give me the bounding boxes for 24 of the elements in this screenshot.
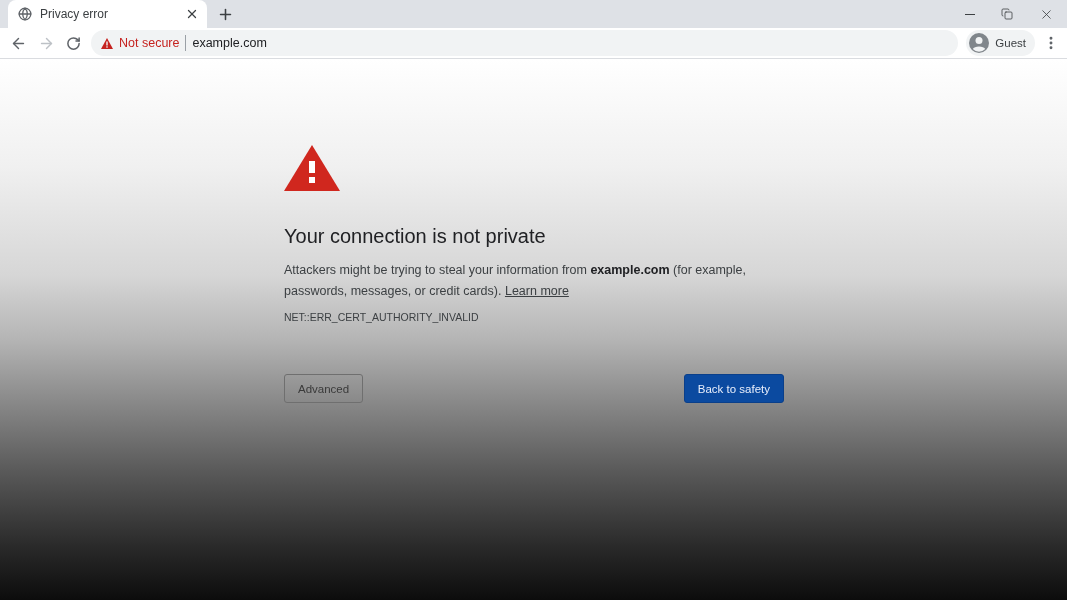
reload-icon: [66, 35, 81, 51]
warning-icon: [101, 37, 113, 49]
warning-icon: [284, 145, 340, 191]
browser-tab[interactable]: Privacy error: [8, 0, 207, 28]
address-bar[interactable]: Not secure example.com: [91, 30, 959, 56]
restore-button[interactable]: [1001, 8, 1013, 20]
avatar-icon: [969, 33, 990, 53]
minimize-icon: [965, 13, 975, 15]
url-text: example.com: [192, 36, 267, 50]
restore-icon: [1001, 8, 1013, 20]
error-code: NET::ERR_CERT_AUTHORITY_INVALID: [284, 310, 480, 324]
close-icon: [185, 7, 199, 21]
profile-button[interactable]: Guest: [966, 30, 1035, 56]
error-message: Attackers might be trying to steal your information from example.com (for example, passwords, messages, or credit cards). Learn more: [284, 262, 747, 300]
tab-title: Privacy error: [40, 7, 109, 21]
globe-icon: [18, 7, 32, 21]
minimize-button[interactable]: [965, 13, 975, 15]
back-to-safety-button[interactable]: Back to safety: [683, 374, 784, 403]
learn-more-link[interactable]: Learn more: [504, 284, 569, 298]
close-tab-button[interactable]: [185, 7, 199, 21]
advanced-button[interactable]: Advanced: [284, 374, 364, 403]
error-heading: Your connection is not private: [284, 224, 547, 248]
security-label[interactable]: Not secure: [119, 36, 180, 50]
reload-button[interactable]: [66, 35, 81, 51]
